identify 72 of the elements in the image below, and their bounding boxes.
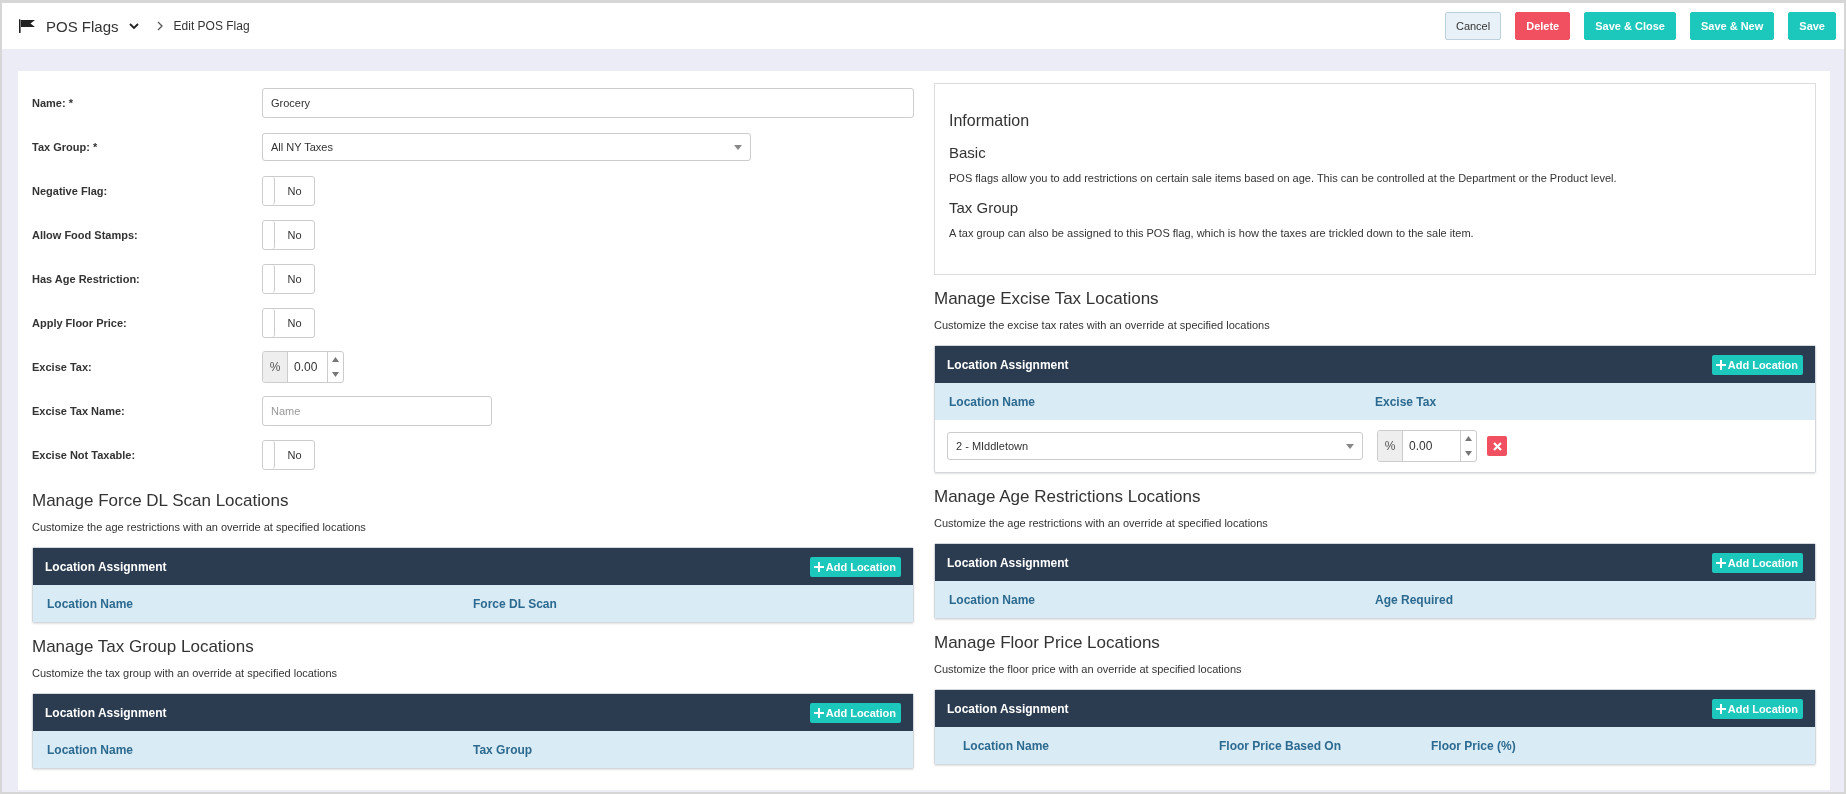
field-label: Apply Floor Price: bbox=[32, 317, 128, 329]
section-description: Customize the age restrictions with an override at specified locations bbox=[32, 521, 367, 533]
section-description: Customize the tax group with an override at specified locations bbox=[32, 667, 339, 679]
table-title: Location Assignment bbox=[947, 555, 1069, 570]
section-heading: Manage Floor Price Locations bbox=[934, 633, 1161, 653]
select-field[interactable]: 2 - MIddletown bbox=[947, 432, 1363, 460]
plus-icon bbox=[813, 707, 824, 718]
toggle-switch[interactable]: No bbox=[262, 176, 315, 206]
up-arrow-icon[interactable] bbox=[1465, 436, 1472, 441]
panel-title: Information bbox=[949, 112, 1031, 130]
section-heading: Manage Excise Tax Locations bbox=[934, 289, 1160, 309]
text-field[interactable]: Grocery bbox=[262, 88, 914, 118]
section-heading: Manage Tax Group Locations bbox=[32, 637, 255, 657]
table-title: Location Assignment bbox=[947, 701, 1069, 716]
close-icon bbox=[1492, 441, 1502, 451]
column-header: Location Name bbox=[46, 742, 134, 757]
text-input[interactable]: Name bbox=[262, 396, 492, 426]
toggle-switch[interactable]: No bbox=[262, 264, 315, 294]
column-header: Location Name bbox=[948, 592, 1036, 607]
field-label: Allow Food Stamps: bbox=[32, 229, 139, 241]
info-heading: Basic bbox=[949, 144, 987, 161]
flag-icon bbox=[18, 19, 36, 33]
field-label: Excise Not Taxable: bbox=[32, 449, 137, 461]
field-label: Excise Tax Name: bbox=[32, 405, 126, 417]
chevron-down-icon[interactable] bbox=[128, 22, 139, 30]
plus-icon bbox=[1715, 359, 1726, 370]
info-heading: Tax Group bbox=[949, 199, 1020, 216]
section-description: Customize the floor price with an override at specified locations bbox=[934, 663, 1243, 675]
caret-icon bbox=[734, 144, 742, 150]
percent-field[interactable]: % 0.00 bbox=[262, 351, 344, 383]
plus-icon bbox=[1715, 557, 1726, 568]
field-label: Tax Group: * bbox=[32, 141, 99, 153]
delete-button[interactable] bbox=[1487, 436, 1507, 456]
column-header: Floor Price (%) bbox=[1431, 738, 1517, 753]
chevron-right-icon bbox=[156, 21, 164, 31]
column-header: Age Required bbox=[1375, 592, 1454, 607]
column-header: Excise Tax bbox=[1375, 394, 1438, 409]
column-header: Location Name bbox=[962, 738, 1050, 753]
toggle-switch[interactable]: No bbox=[262, 220, 315, 250]
percent-field[interactable]: % 0.00 bbox=[1377, 430, 1477, 462]
toggle-switch[interactable]: No bbox=[262, 308, 315, 338]
percent-addon: % bbox=[1378, 431, 1403, 461]
select-field[interactable]: All NY Taxes bbox=[262, 133, 751, 161]
plus-icon bbox=[1715, 703, 1726, 714]
column-header: Floor Price Based On bbox=[1219, 738, 1343, 753]
breadcrumb: Edit POS Flag bbox=[173, 19, 250, 33]
info-text: A tax group can also be assigned to this POS flag, which is how the taxes are trickled down to the sale item. bbox=[949, 227, 1475, 239]
down-arrow-icon[interactable] bbox=[332, 372, 339, 377]
down-arrow-icon[interactable] bbox=[1465, 451, 1472, 456]
column-header: Location Name bbox=[46, 596, 134, 611]
section-heading: Manage Age Restrictions Locations bbox=[934, 487, 1202, 507]
action-button[interactable]: Cancel bbox=[1444, 12, 1502, 40]
column-header: Location Name bbox=[948, 394, 1036, 409]
table-title: Location Assignment bbox=[947, 357, 1069, 372]
info-text: POS flags allow you to add restrictions on certain sale items based on age. This can be controlled at the Department or the Product level. bbox=[949, 172, 1618, 184]
table-title: Location Assignment bbox=[45, 559, 167, 574]
toggle-switch[interactable]: No bbox=[262, 440, 315, 470]
field-label: Excise Tax: bbox=[32, 361, 93, 373]
plus-icon bbox=[813, 561, 824, 572]
field-label: Negative Flag: bbox=[32, 185, 109, 197]
section-description: Customize the excise tax rates with an override at specified locations bbox=[934, 319, 1271, 331]
section-heading: Manage Force DL Scan Locations bbox=[32, 491, 290, 511]
column-header: Tax Group bbox=[473, 742, 534, 757]
section-description: Customize the age restrictions with an override at specified locations bbox=[934, 517, 1269, 529]
table-title: Location Assignment bbox=[45, 705, 167, 720]
percent-addon: % bbox=[263, 352, 288, 382]
up-arrow-icon[interactable] bbox=[332, 357, 339, 362]
caret-icon bbox=[1346, 443, 1354, 449]
field-label: Name: * bbox=[32, 97, 74, 109]
field-label: Has Age Restriction: bbox=[32, 273, 141, 285]
page-title[interactable]: POS Flags bbox=[46, 17, 119, 35]
column-header: Force DL Scan bbox=[473, 596, 558, 611]
